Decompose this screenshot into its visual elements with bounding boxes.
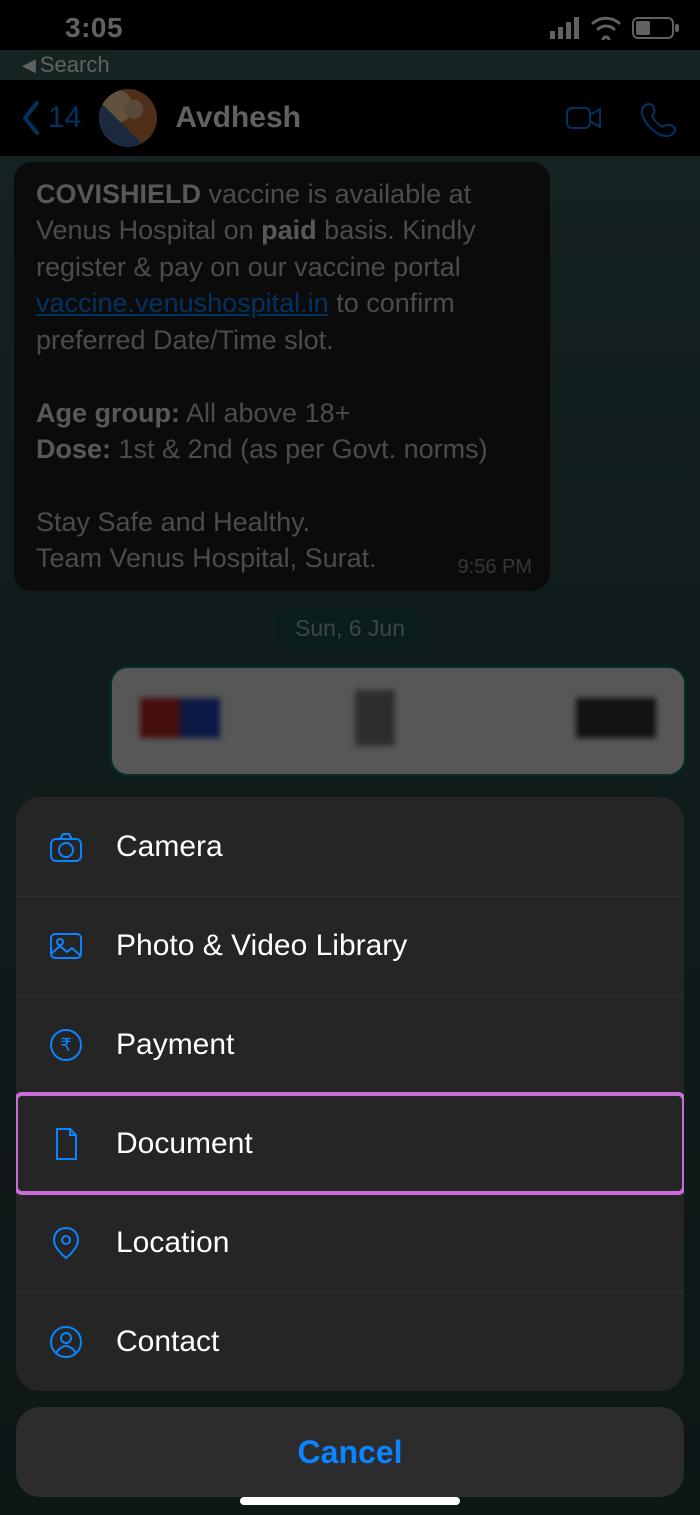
camera-icon <box>48 829 84 865</box>
sheet-item-label: Location <box>116 1226 229 1260</box>
sheet-item-label: Contact <box>116 1325 219 1359</box>
cancel-button[interactable]: Cancel <box>16 1407 684 1497</box>
cancel-label: Cancel <box>298 1434 403 1471</box>
sheet-item-photo-video-library[interactable]: Photo & Video Library <box>16 896 684 995</box>
sheet-item-payment[interactable]: ₹ Payment <box>16 995 684 1094</box>
photo-library-icon <box>48 928 84 964</box>
contact-icon <box>48 1324 84 1360</box>
document-icon <box>48 1126 84 1162</box>
svg-text:₹: ₹ <box>60 1035 71 1055</box>
location-icon <box>48 1225 84 1261</box>
sheet-item-label: Document <box>116 1127 253 1161</box>
sheet-item-camera[interactable]: Camera <box>16 797 684 896</box>
sheet-item-document[interactable]: Document <box>16 1094 684 1193</box>
sheet-item-contact[interactable]: Contact <box>16 1292 684 1391</box>
sheet-item-location[interactable]: Location <box>16 1193 684 1292</box>
payment-icon: ₹ <box>48 1027 84 1063</box>
home-indicator[interactable] <box>240 1497 460 1505</box>
attachment-action-sheet: Camera Photo & Video Library ₹ Payment Docum… <box>16 797 684 1497</box>
sheet-item-label: Payment <box>116 1028 234 1062</box>
sheet-item-label: Camera <box>116 830 223 864</box>
sheet-item-label: Photo & Video Library <box>116 929 407 963</box>
